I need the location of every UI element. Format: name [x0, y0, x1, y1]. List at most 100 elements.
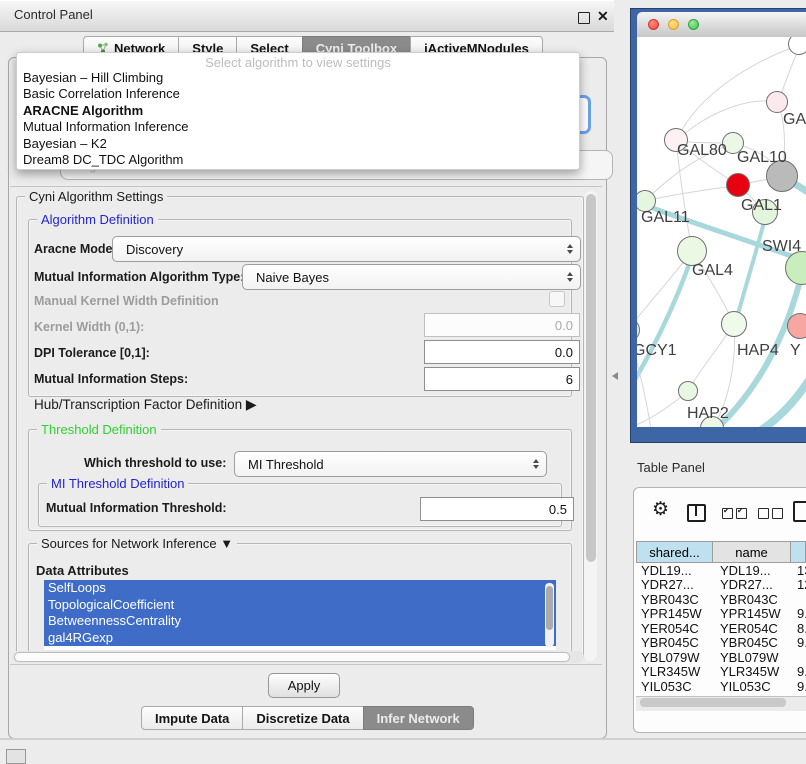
tab-discretize-data[interactable]: Discretize Data [242, 706, 363, 730]
mi-threshold-value: 0.5 [549, 502, 567, 517]
settings-vscrollbar-thumb[interactable] [586, 194, 596, 562]
table-cell: 9. [791, 606, 806, 621]
gear-icon[interactable]: ⚙ [652, 500, 669, 520]
table-row[interactable]: YBL079WYBL079W [636, 650, 806, 665]
column-header-extra[interactable] [791, 541, 806, 563]
unselect-all-checks-icon[interactable] [758, 508, 783, 519]
table-hscrollbar-thumb[interactable] [640, 698, 786, 707]
network-node[interactable] [766, 91, 788, 113]
table-cell: 8. [791, 621, 806, 636]
which-threshold-label: Which threshold to use: [84, 456, 226, 470]
table-row[interactable]: YPR145WYPR145W9. [636, 607, 806, 622]
dropdown-item-dream8-dc-tdc-algorithm[interactable]: Dream8 DC_TDC Algorithm [23, 152, 575, 168]
table-cell: 9. [791, 679, 806, 694]
dpi-tolerance-value: 0.0 [555, 345, 573, 360]
table-row[interactable]: YDR27...YDR27...12 [636, 578, 806, 593]
attribute-item-selfloops[interactable]: SelfLoops [44, 580, 556, 597]
kernel-width-field[interactable]: 0.0 [424, 313, 580, 337]
data-attributes-list[interactable]: SelfLoopsTopologicalCoefficientBetweenne… [44, 580, 556, 650]
column-header-shared[interactable]: shared... [636, 541, 713, 563]
document-icon[interactable] [793, 501, 806, 522]
table-panel: ⚙ shared...name YDL19...YDL19...13YDR27.… [633, 487, 806, 733]
zoom-traffic-light[interactable] [688, 19, 699, 30]
columns-icon[interactable] [687, 504, 706, 522]
dpi-tolerance-field[interactable]: 0.0 [424, 340, 580, 364]
kernel-width-label: Kernel Width (0,1): [34, 320, 144, 334]
minimize-traffic-light[interactable] [668, 19, 679, 30]
node-label-swi4: SWI4 [762, 238, 801, 256]
divider [0, 738, 806, 740]
which-threshold-combo[interactable]: MI Threshold [234, 451, 547, 477]
table-cell: YDR27... [713, 577, 791, 592]
table-cell: YIL053C [636, 679, 713, 694]
float-window-icon[interactable] [578, 12, 590, 24]
control-panel-title: Control Panel [14, 7, 93, 22]
close-traffic-light[interactable] [648, 19, 659, 30]
table-row[interactable]: YIL053CYIL053C9. [636, 679, 806, 694]
table-cell: YER054C [636, 621, 713, 636]
network-node[interactable] [721, 311, 747, 337]
node-label-gal1: GAL1 [741, 197, 782, 215]
tab-impute-data[interactable]: Impute Data [141, 706, 243, 730]
kernel-width-value: 0.0 [555, 318, 573, 333]
table-cell: YPR145W [713, 606, 791, 621]
table-row[interactable]: YDL19...YDL19...13 [636, 563, 806, 578]
node-label-gcy1: GCY1 [637, 342, 677, 360]
dropdown-item-mutual-information-inference[interactable]: Mutual Information Inference [23, 119, 575, 135]
chevron-down-icon: ▼ [220, 536, 233, 551]
column-header-name[interactable]: name [713, 541, 791, 563]
mi-type-combo[interactable]: Naive Bayes [242, 264, 581, 290]
cyni-settings-legend: Cyni Algorithm Settings [25, 189, 167, 204]
settings-hscrollbar-thumb[interactable] [14, 652, 570, 662]
stepper-icon [567, 244, 573, 254]
close-icon[interactable]: ✕ [597, 8, 609, 25]
attribute-item-betweennesscentrality[interactable]: BetweennessCentrality [44, 613, 556, 630]
table-row[interactable]: YER054CYER054C8. [636, 621, 806, 636]
table-header-row: shared...name [636, 541, 806, 563]
network-node[interactable] [726, 173, 750, 197]
network-window-titlebar[interactable] [637, 12, 806, 38]
dropdown-prompt: Select algorithm to view settings [17, 55, 579, 70]
tab-infer-network[interactable]: Infer Network [363, 706, 474, 730]
table-cell: YER054C [713, 621, 791, 636]
network-node[interactable] [787, 313, 806, 339]
select-all-checks-icon[interactable] [722, 508, 747, 519]
data-attributes-label: Data Attributes [36, 563, 129, 578]
mi-threshold-label: Mutual Information Threshold: [46, 501, 227, 515]
aracne-mode-combo[interactable]: Discovery [112, 236, 581, 262]
node-label-hap4: HAP4 [737, 342, 779, 360]
attribute-item-topologicalcoefficient[interactable]: TopologicalCoefficient [44, 597, 556, 614]
sources-legend[interactable]: Sources for Network Inference ▼ [37, 536, 237, 551]
mi-steps-label: Mutual Information Steps: [34, 372, 188, 386]
attributes-scrollbar-thumb[interactable] [546, 586, 553, 630]
dropdown-item-bayesian-hill-climbing[interactable]: Bayesian – Hill Climbing [23, 70, 575, 86]
mi-steps-field[interactable]: 6 [424, 367, 580, 391]
dropdown-item-aracne-algorithm[interactable]: ARACNE Algorithm [23, 103, 575, 119]
table-row[interactable]: YBR043CYBR043C [636, 592, 806, 607]
aracne-mode-value: Discovery [126, 242, 183, 257]
table-body[interactable]: YDL19...YDL19...13YDR27...YDR27...12YBR0… [636, 563, 806, 696]
node-label-y: Y [790, 342, 801, 360]
attribute-item-gal4rgexp[interactable]: gal4RGexp [44, 630, 556, 647]
hub-section-toggle[interactable]: Hub/Transcription Factor Definition ▶ [34, 396, 257, 413]
network-node[interactable] [678, 381, 698, 401]
split-divider-arrow[interactable] [612, 372, 618, 380]
table-row[interactable]: YBR045CYBR045C9. [636, 636, 806, 651]
aracne-mode-label: Aracne Mode: [34, 242, 117, 256]
table-cell: YDR27... [636, 577, 713, 592]
apply-button[interactable]: Apply [268, 673, 340, 698]
dropdown-item-bayesian-k2[interactable]: Bayesian – K2 [23, 136, 575, 152]
table-cell: 9. [791, 635, 806, 650]
manual-kernel-label: Manual Kernel Width Definition [34, 294, 219, 308]
table-cell: YBL079W [636, 650, 713, 665]
node-label-gal: GAL [783, 111, 806, 129]
algorithm-definition-legend: Algorithm Definition [37, 212, 158, 227]
dropdown-item-basic-correlation-inference[interactable]: Basic Correlation Inference [23, 86, 575, 102]
mi-threshold-field[interactable]: 0.5 [420, 497, 574, 521]
divider [10, 186, 602, 187]
network-canvas[interactable]: GALGAL80GAL10GAL1GAL11SWI4GAL4GCY1HAP4YH… [637, 37, 806, 427]
which-threshold-value: MI Threshold [248, 457, 324, 472]
table-row[interactable]: YLR345WYLR345W9. [636, 665, 806, 680]
manual-kernel-checkbox[interactable] [549, 291, 565, 307]
table-cell: YDL19... [713, 563, 791, 578]
